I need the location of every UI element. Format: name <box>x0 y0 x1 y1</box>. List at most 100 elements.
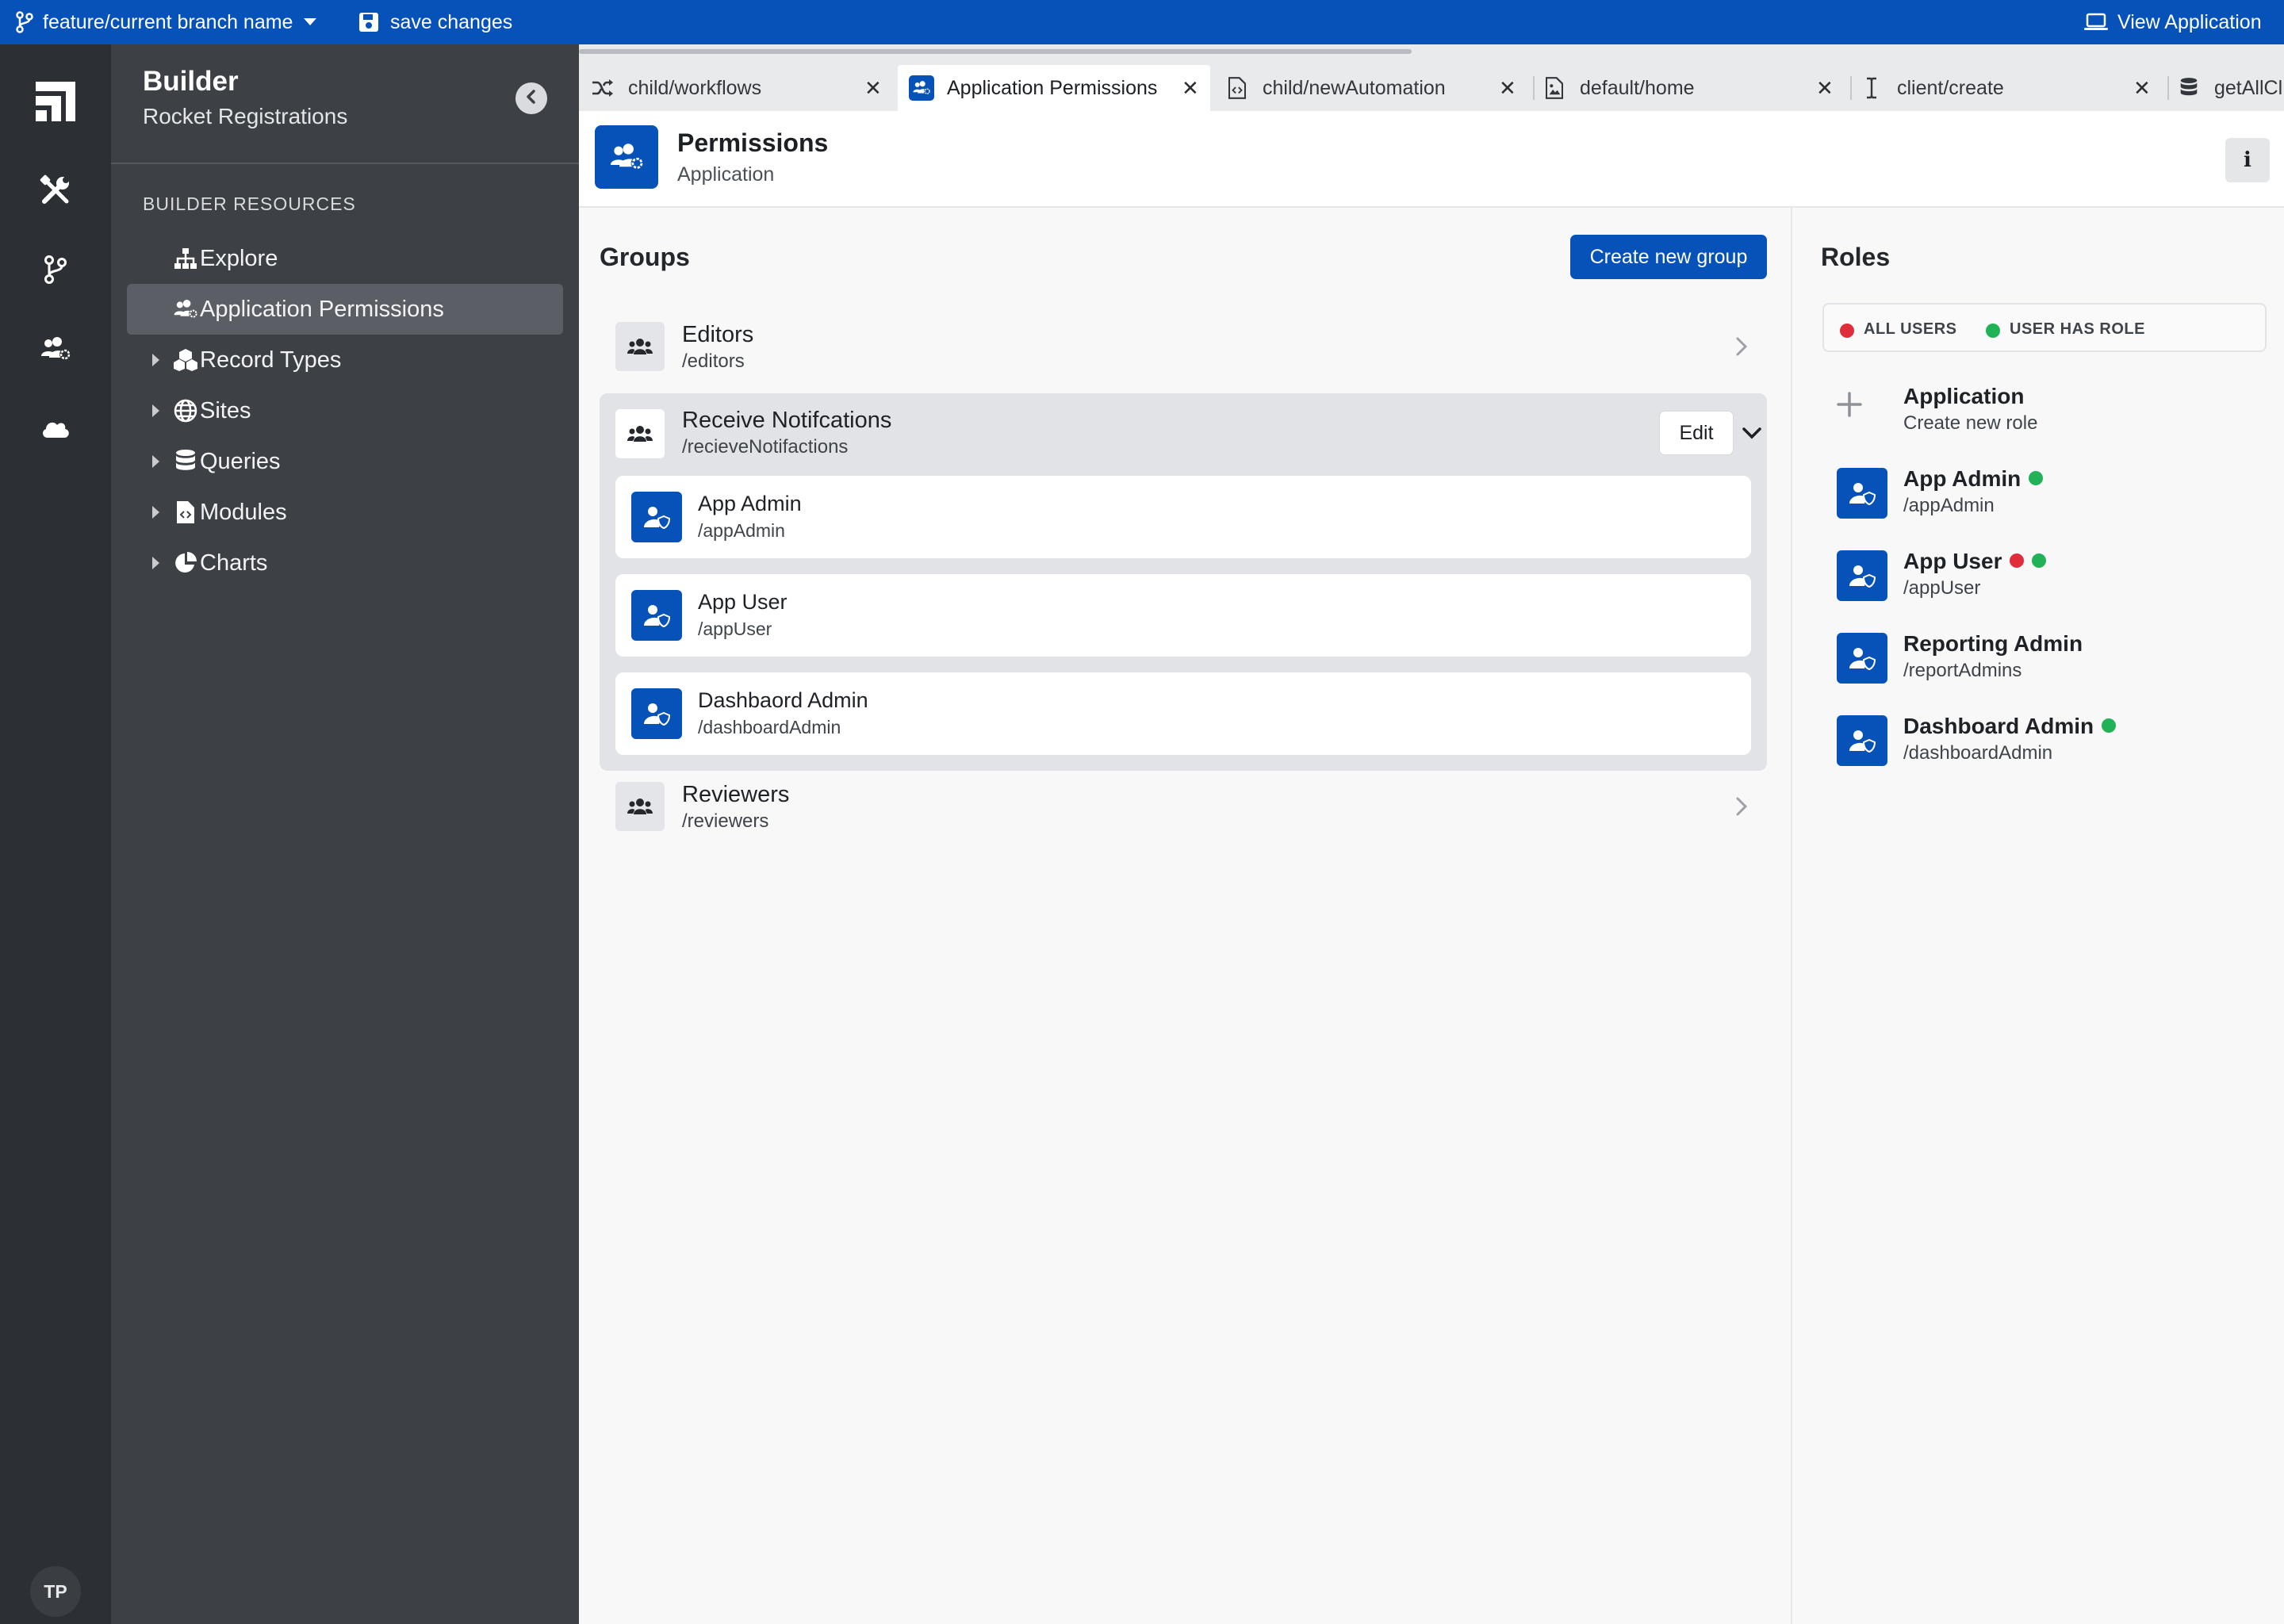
new-role-title: Application <box>1903 384 2025 408</box>
legend-label: USER HAS ROLE <box>2010 320 2145 338</box>
group-row-receive-notifications[interactable]: Receive Notifcations /recieveNotifaction… <box>600 393 1767 474</box>
users-icon <box>615 322 665 371</box>
sidebar-item-application-permissions[interactable]: Application Permissions <box>127 284 563 335</box>
role-name: App Admin <box>1903 466 2021 491</box>
close-icon[interactable]: ✕ <box>2133 76 2151 101</box>
group-name: Reviewers <box>682 782 790 807</box>
group-row-editors[interactable]: Editors /editors <box>600 306 1767 387</box>
sidebar-item-sites[interactable]: Sites <box>127 385 563 436</box>
sidebar-subtitle: Rocket Registrations <box>143 104 348 128</box>
sidebar-section-label: BUILDER RESOURCES <box>143 193 356 214</box>
caret-right-icon[interactable] <box>152 404 159 417</box>
tab-label: default/home <box>1580 76 1695 99</box>
role-name: App User <box>698 590 788 614</box>
role-name: App User <box>1903 549 2002 573</box>
branch-selector[interactable]: feature/current branch name <box>16 0 317 44</box>
avatar[interactable]: TP <box>30 1566 81 1617</box>
users-gear-icon <box>909 75 934 101</box>
caret-right-icon[interactable] <box>152 557 159 569</box>
users-gear-icon[interactable] <box>30 324 81 374</box>
tab-scrollbar[interactable] <box>579 49 1412 54</box>
tab-default-home[interactable]: default/home ✕ <box>1531 65 1848 111</box>
group-role-card[interactable]: App User /appUser <box>615 574 1751 657</box>
chevron-down-icon[interactable] <box>1742 427 1762 443</box>
sidebar-item-label: Modules <box>200 499 287 525</box>
close-icon[interactable]: ✕ <box>864 76 882 101</box>
caret-right-icon[interactable] <box>152 506 159 519</box>
group-role-card[interactable]: Dashbaord Admin /dashboardAdmin <box>615 672 1751 755</box>
new-role-subtitle: Create new role <box>1903 412 2038 434</box>
shuffle-icon <box>590 75 615 101</box>
collapse-sidebar-button[interactable] <box>515 82 547 114</box>
page-subtitle: Application <box>677 163 775 186</box>
users-icon <box>615 409 665 458</box>
sidebar-item-explore[interactable]: Explore <box>127 233 563 284</box>
file-image-icon <box>1542 75 1567 101</box>
sidebar-item-queries[interactable]: Queries <box>127 436 563 487</box>
legend-dot-all-users <box>1840 324 1854 338</box>
icon-rail: TP <box>0 44 111 1624</box>
database-icon <box>2176 75 2202 101</box>
app-logo-icon[interactable] <box>30 76 81 127</box>
save-changes-button[interactable]: save changes <box>358 0 512 44</box>
chevron-down-icon <box>304 18 317 26</box>
role-path: /dashboardAdmin <box>698 717 841 737</box>
close-icon[interactable]: ✕ <box>1816 76 1834 101</box>
close-icon[interactable]: ✕ <box>1182 76 1199 101</box>
sidebar-item-modules[interactable]: Modules <box>127 487 563 538</box>
groups-panel: Groups Create new group Editors /editors… <box>579 208 1791 1624</box>
group-path: /recieveNotifactions <box>682 436 849 458</box>
sidebar-item-label: Application Permissions <box>200 296 444 322</box>
role-path: /appUser <box>1903 577 1981 599</box>
tab-bar: child/workflows ✕ Application Permission… <box>579 44 2284 111</box>
group-row-reviewers[interactable]: Reviewers /reviewers <box>600 766 1767 847</box>
roles-title: Roles <box>1821 243 1891 271</box>
user-shield-icon <box>1837 633 1887 684</box>
user-shield-icon <box>1837 468 1887 519</box>
tab-application-permissions[interactable]: Application Permissions ✕ <box>898 65 1210 111</box>
role-path: /appAdmin <box>698 520 785 541</box>
git-branch-icon[interactable] <box>30 244 81 295</box>
plus-icon <box>1834 389 1865 420</box>
roles-legend: ALL USERS USER HAS ROLE <box>1822 303 2267 352</box>
view-application-button[interactable]: View Application <box>2084 0 2262 44</box>
groups-title: Groups <box>600 243 690 271</box>
info-button[interactable]: i <box>2225 138 2270 182</box>
tab-client-create[interactable]: client/create ✕ <box>1848 65 2165 111</box>
sidebar-item-label: Explore <box>200 245 278 271</box>
chevron-right-icon[interactable] <box>1735 336 1748 361</box>
page-header: Permissions Application i <box>579 111 2284 208</box>
role-name: Reporting Admin <box>1903 631 2083 656</box>
tab-getallcl[interactable]: getAllCl <box>2165 65 2284 111</box>
users-gear-icon <box>595 125 658 189</box>
role-name: App Admin <box>698 492 802 515</box>
close-icon[interactable]: ✕ <box>1499 76 1516 101</box>
builder-sidebar: Builder Rocket Registrations BUILDER RES… <box>111 44 579 1624</box>
users-gear-icon <box>173 297 198 322</box>
tools-icon[interactable] <box>30 165 81 216</box>
create-new-group-button[interactable]: Create new group <box>1570 235 1767 279</box>
top-bar: feature/current branch name save changes… <box>0 0 2284 44</box>
caret-right-icon[interactable] <box>152 354 159 366</box>
edit-group-button[interactable]: Edit <box>1659 411 1734 455</box>
floppy-disk-icon <box>358 12 379 33</box>
sidebar-item-record-types[interactable]: Record Types <box>127 335 563 385</box>
sidebar-item-label: Record Types <box>200 347 342 373</box>
tab-child-workflows[interactable]: child/workflows ✕ <box>579 65 896 111</box>
view-application-label: View Application <box>2117 10 2262 33</box>
tab-child-newautomation[interactable]: child/newAutomation ✕ <box>1213 65 1531 111</box>
caret-right-icon[interactable] <box>152 455 159 468</box>
role-name: Dashbaord Admin <box>698 688 868 712</box>
chevron-right-icon[interactable] <box>1735 796 1748 821</box>
sidebar-item-label: Sites <box>200 397 251 423</box>
cloud-icon[interactable] <box>30 403 81 454</box>
sidebar-item-charts[interactable]: Charts <box>127 538 563 588</box>
sitemap-icon <box>173 246 198 271</box>
user-shield-icon <box>1837 550 1887 601</box>
roles-panel: Roles ALL USERS USER HAS ROLE Applicatio… <box>1791 208 2284 1624</box>
user-has-role-dot <box>2029 471 2044 485</box>
group-role-card[interactable]: App Admin /appAdmin <box>615 476 1751 558</box>
role-name-row: Dashboard Admin <box>1903 714 2117 739</box>
sidebar-divider <box>111 163 579 164</box>
page-title: Permissions <box>677 128 829 157</box>
